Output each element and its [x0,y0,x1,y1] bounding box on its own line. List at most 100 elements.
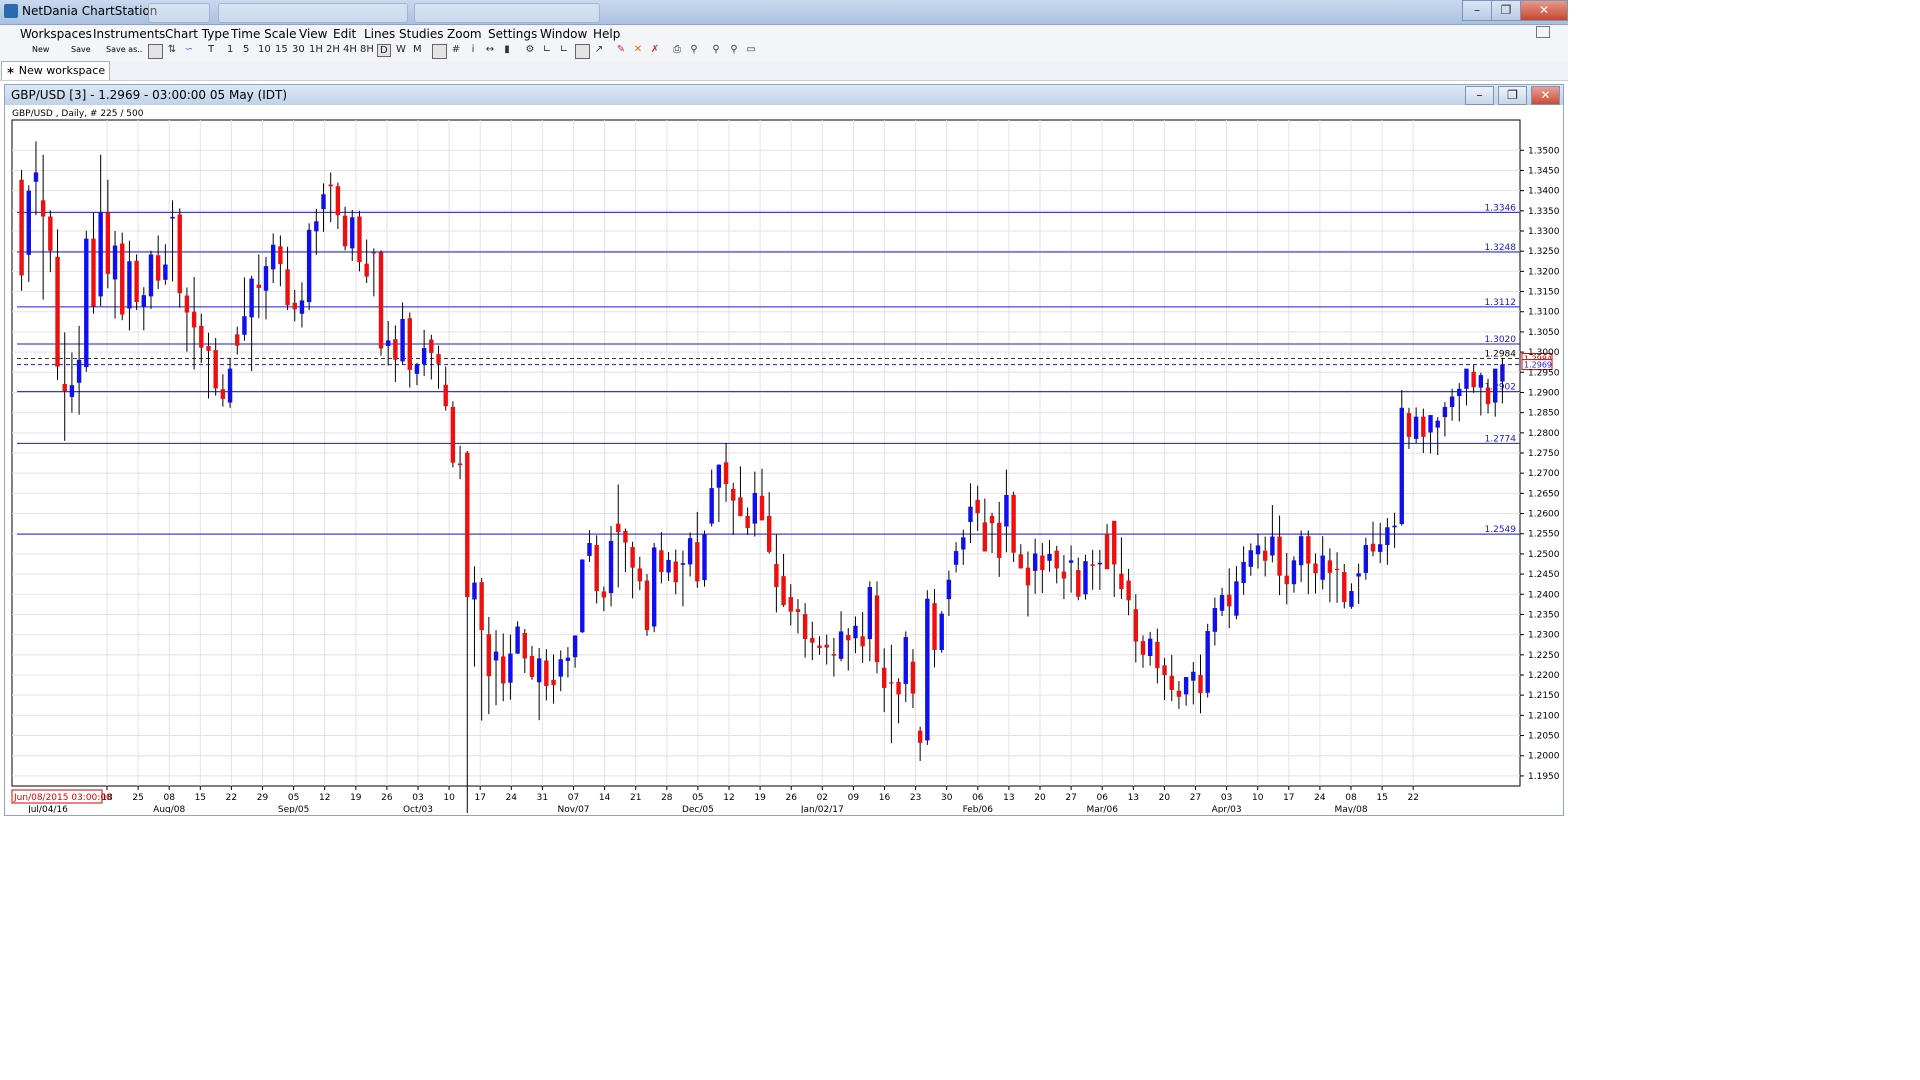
trendline-icon[interactable]: ∟ [541,44,553,56]
menu-window[interactable]: Window [540,27,587,41]
price-chart[interactable]: GBP/USD , Daily, # 225 / 500 1.3346 1.324… [5,105,1561,813]
chart-minimize-button[interactable]: – [1465,86,1494,105]
dashed-line-label: 1.2984 [1485,350,1517,360]
close-button[interactable]: ✕ [1520,0,1568,21]
arrow-select-icon[interactable]: ↗ [593,44,605,56]
info-icon[interactable]: i [467,44,479,56]
menu-edit[interactable]: Edit [333,27,356,41]
minimize-button[interactable]: – [1462,0,1492,21]
timescale-4h[interactable]: 4H [343,44,357,55]
menu-studies[interactable]: Studies [399,27,444,41]
timescale-2h[interactable]: 2H [326,44,340,55]
alert-bell-icon[interactable]: ⚙ [524,44,536,56]
x-tick-label: 19 [350,793,362,803]
candle-up [1457,388,1462,397]
zoom-out-icon[interactable]: ⚲ [728,44,740,56]
candle-down [544,660,549,686]
menu-instruments[interactable]: Instruments [93,27,165,41]
candle-up [651,547,657,627]
menu-view[interactable]: View [299,27,327,41]
zoom-reset-icon[interactable]: ▭ [745,44,757,56]
scroll-arrows-icon[interactable]: ↔ [484,44,496,56]
grid-icon[interactable]: # [450,44,462,56]
menu-time-scale[interactable]: Time Scale [231,27,296,41]
candle-up [127,261,132,309]
candle-down [1054,550,1059,569]
candle-down [501,656,506,684]
candle-down [184,295,190,313]
candle-up [572,635,578,658]
x-tick-label: 27 [1190,793,1201,803]
zoom-in-icon[interactable]: ⚲ [710,44,722,56]
candle-down [731,488,736,501]
timescale-5m[interactable]: 5 [243,44,249,55]
candle-up [69,385,75,397]
menu-lines[interactable]: Lines [364,27,395,41]
maximize-button[interactable]: ❐ [1491,0,1521,21]
candle-up [515,626,520,654]
ohlc-chart-type-icon[interactable]: ⇅ [166,44,178,56]
crosshair-icon[interactable] [432,44,447,59]
menu-zoom[interactable]: Zoom [447,27,482,41]
candle-up [709,488,714,524]
candle-down [40,200,46,217]
timescale-monthly[interactable]: M [413,44,422,55]
chart-restore-button[interactable]: ❐ [1498,86,1527,105]
x-tick-label: 24 [1314,793,1326,803]
zoom-box-icon[interactable]: ⚲ [688,44,700,56]
fork-line-icon[interactable]: ∟ [558,44,570,56]
fibonacci-icon[interactable] [575,44,590,59]
candle-up [608,540,614,594]
candle-up [1291,560,1297,585]
timescale-15m[interactable]: 15 [275,44,288,55]
candles [19,141,1505,813]
line-chart-type-icon[interactable]: ∽ [183,44,195,56]
candle-down [1284,575,1289,585]
candle-down [62,383,67,392]
bar-chart-type-icon[interactable] [148,44,163,59]
save-button[interactable]: Save [71,45,91,54]
volume-icon[interactable]: ▮ [501,44,513,56]
candle-down [738,497,743,516]
candle-up [1191,671,1196,681]
save-as-button[interactable]: Save as.. [106,45,142,54]
candle-up [350,217,355,249]
candle-up [702,534,707,581]
menu-settings[interactable]: Settings [488,27,537,41]
candle-down [256,284,262,288]
delete-x-icon[interactable]: ✕ [632,44,644,56]
timescale-8h[interactable]: 8H [360,44,374,55]
candle-up [1248,550,1254,567]
menu-help[interactable]: Help [593,27,620,41]
candle-up [867,587,873,640]
timescale-weekly[interactable]: W [396,44,406,55]
workspace-tab[interactable]: ∗ New workspace [1,61,111,80]
delete-all-icon[interactable]: ✗ [649,44,661,56]
app-title: NetDania ChartStation [22,4,158,18]
timescale-10m[interactable]: 10 [258,44,271,55]
chart-close-button[interactable]: ✕ [1531,86,1560,105]
menu-workspaces[interactable]: Workspaces [20,27,92,41]
menu-chart-type[interactable]: Chart Type [165,27,229,41]
toolbar: New Save Save as.. ⇅ ∽ T 1 5 10 15 30 1H… [0,43,1568,61]
pencil-icon[interactable]: ✎ [615,44,627,56]
timescale-tick[interactable]: T [208,44,214,55]
background-window-tab[interactable] [148,3,210,23]
candle-down [177,214,182,294]
timescale-30m[interactable]: 30 [292,44,305,55]
candle-up [536,658,542,683]
background-window-tab[interactable] [414,3,600,23]
timescale-daily[interactable]: D [377,44,391,57]
x-tick-label: 26 [381,793,393,803]
candle-down [235,334,240,346]
layout-icon[interactable] [1536,26,1550,38]
candle-down [989,515,995,524]
candle-down [1133,609,1138,642]
x-tick-label: 12 [319,793,330,803]
background-window-tab[interactable] [218,3,408,23]
timescale-1h[interactable]: 1H [309,44,323,55]
timescale-1m[interactable]: 1 [227,44,233,55]
new-button[interactable]: New [32,45,49,54]
x-tick-label: 23 [910,793,921,803]
print-icon[interactable]: ⎙ [671,44,683,56]
